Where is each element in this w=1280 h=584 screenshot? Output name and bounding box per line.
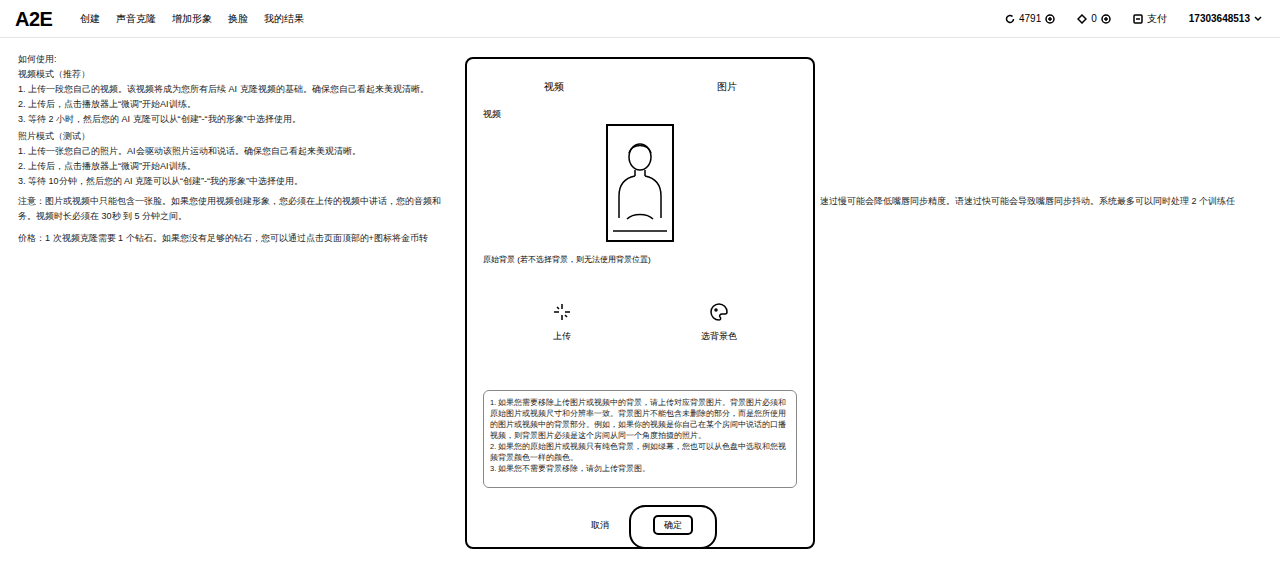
pay-label: 支付	[1147, 11, 1167, 26]
nav-item[interactable]: 我的结果	[264, 11, 304, 26]
coin-balance[interactable]: 4791	[1005, 11, 1055, 26]
logo[interactable]: A2E	[15, 4, 80, 34]
pay-icon	[1133, 14, 1143, 24]
highlight-annotation	[629, 505, 717, 549]
tips-box: 1. 如果您需要移除上传图片或视频中的背景，请上传对应背景图片。背景图片必须和原…	[483, 390, 797, 488]
nav-item[interactable]: 增加形象	[172, 11, 212, 26]
nav-menu: 创建 声音克隆 增加形象 换脸 我的结果	[80, 11, 304, 26]
diamond-balance[interactable]: 0	[1077, 11, 1111, 26]
background-actions: 上传 选背景色	[467, 302, 813, 342]
button-wrap: 确定	[653, 515, 693, 535]
background-label: 原始背景 (若不选择背景，则无法使用背景位置)	[467, 254, 813, 266]
pay-button[interactable]: 支付	[1133, 11, 1167, 26]
video-preview	[606, 124, 674, 242]
cancel-button[interactable]: 取消	[587, 517, 613, 533]
plus-icon	[1045, 14, 1055, 24]
tab-bar: 视频 图片	[467, 79, 813, 94]
upload-button[interactable]: 上传	[483, 302, 640, 342]
account-menu[interactable]: 17303648513	[1189, 11, 1262, 26]
plus-icon	[1101, 14, 1111, 24]
tip-text: 2. 如果您的原始图片或视频只有纯色背景，例如绿幕，您也可以从色盘中选取和您视频…	[490, 441, 790, 463]
dialog-buttons: 取消 确定	[467, 515, 813, 535]
palette-icon	[709, 302, 729, 322]
button-wrap: 取消	[587, 517, 613, 533]
tab-label: 视频	[544, 79, 564, 94]
diamond-count: 0	[1091, 11, 1097, 26]
coin-icon	[1005, 14, 1015, 24]
diamond-icon	[1077, 14, 1087, 24]
nav-item[interactable]: 声音克隆	[116, 11, 156, 26]
coin-count: 4791	[1019, 11, 1041, 26]
upload-dialog: 视频图片视频原始背景 (若不选择背景，则无法使用背景位置)上传选背景色1. 如果…	[465, 57, 815, 549]
tip-text: 3. 如果您不需要背景移除，请勿上传背景图。	[490, 463, 790, 474]
note-text: 速过慢可能会降低嘴唇同步精度。语速过快可能会导致嘴唇同步抖动。系统最多可以同时处…	[820, 194, 1235, 209]
color-button[interactable]: 选背景色	[640, 302, 797, 342]
nav-item[interactable]: 换脸	[228, 11, 248, 26]
section-label: 视频	[467, 108, 813, 120]
action-label: 上传	[553, 330, 571, 342]
tab-label: 图片	[717, 79, 737, 94]
top-bar: A2E创建 声音克隆 增加形象 换脸 我的结果 4791 0 支付 17303648513	[0, 0, 1280, 38]
tip-text: 1. 如果您需要移除上传图片或视频中的背景，请上传对应背景图片。背景图片必须和原…	[490, 397, 790, 441]
confirm-button[interactable]: 确定	[653, 515, 693, 535]
tab[interactable]: 视频	[467, 79, 640, 94]
chevron-down-icon	[1254, 16, 1262, 22]
nav-item[interactable]: 创建	[80, 11, 100, 26]
tab[interactable]: 图片	[640, 79, 813, 94]
upload-icon	[552, 302, 572, 322]
action-label: 选背景色	[701, 330, 737, 342]
account-name: 17303648513	[1189, 11, 1250, 26]
account-area: 4791 0 支付 17303648513	[1005, 11, 1262, 26]
note-text: 注意：图片或视频中只能包含一张脸。如果您使用视频创建形象，您必须在上传的视频中讲…	[18, 194, 465, 209]
